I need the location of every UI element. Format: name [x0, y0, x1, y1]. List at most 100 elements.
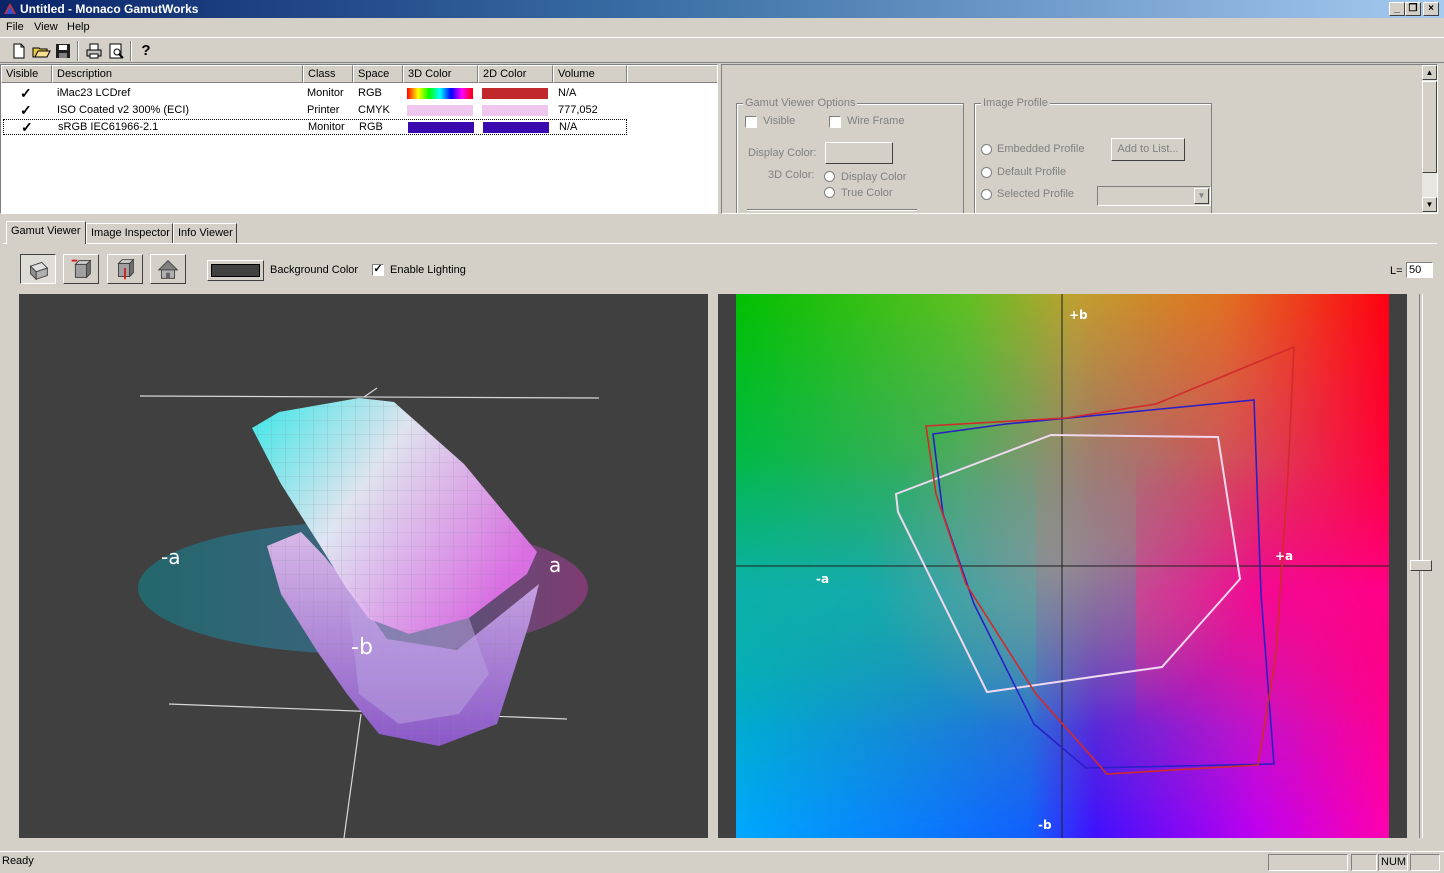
- row-description: iMac23 LCDref: [57, 87, 131, 99]
- scroll-thumb[interactable]: [1422, 81, 1437, 173]
- open-icon[interactable]: [31, 41, 51, 61]
- row-description: ISO Coated v2 300% (ECI): [57, 104, 190, 116]
- true-color-radio-label: True Color: [841, 187, 893, 199]
- axis-line: [343, 713, 362, 839]
- ab-slice-plot[interactable]: +b -b +a -a: [736, 294, 1389, 838]
- display-color-label: Display Color:: [748, 147, 817, 159]
- color-3d-swatch[interactable]: [408, 122, 474, 133]
- row-class: Printer: [307, 104, 340, 116]
- column-2d-color[interactable]: 2D Color: [478, 65, 553, 83]
- row-volume: 777,052: [558, 104, 598, 116]
- reset-view-icon[interactable]: [107, 254, 143, 284]
- axis-label-minus-b: -b: [351, 635, 373, 660]
- axis-label-minus-a: -a: [161, 545, 180, 569]
- enable-lighting-label: Enable Lighting: [390, 264, 466, 276]
- options-scrollbar[interactable]: ▲ ▼: [1422, 65, 1437, 213]
- lightness-input[interactable]: 50: [1406, 262, 1433, 278]
- profile-list: Visible Description Class Space 3D Color…: [0, 64, 718, 214]
- tab-image-inspector[interactable]: Image Inspector: [86, 223, 173, 243]
- perspective-view-icon[interactable]: [20, 254, 56, 284]
- help-icon[interactable]: ?: [136, 41, 156, 61]
- visible-label: Visible: [763, 115, 796, 127]
- close-button[interactable]: ×: [1423, 2, 1439, 16]
- row-space: RGB: [359, 121, 383, 133]
- dropdown-arrow-icon[interactable]: ▼: [1194, 188, 1209, 204]
- axis-line: [139, 395, 600, 399]
- axis-label-a: a: [549, 553, 561, 577]
- column-visible[interactable]: Visible: [1, 65, 52, 83]
- row-class: Monitor: [307, 87, 344, 99]
- menu-file[interactable]: File: [6, 21, 24, 33]
- display-color-radio-label: Display Color: [841, 171, 907, 183]
- row-space: CMYK: [358, 104, 390, 116]
- wireframe-label: Wire Frame: [847, 115, 905, 127]
- background-color-swatch: [211, 264, 260, 277]
- display-color-radio[interactable]: [824, 171, 835, 182]
- column-description[interactable]: Description: [52, 65, 303, 83]
- column-class[interactable]: Class: [303, 65, 353, 83]
- toolbar-separator: [130, 41, 132, 61]
- embedded-profile-radio[interactable]: [981, 144, 992, 155]
- tab-info-viewer[interactable]: Info Viewer: [173, 223, 237, 243]
- gamut-viewer-options-group: Gamut Viewer Options Visible Wire Frame …: [736, 97, 964, 213]
- display-color-button[interactable]: [825, 142, 893, 164]
- column-space[interactable]: Space: [353, 65, 403, 83]
- menu-help[interactable]: Help: [67, 21, 90, 33]
- lightness-label: L=: [1390, 265, 1403, 277]
- group-title: Image Profile: [981, 97, 1050, 109]
- column-volume[interactable]: Volume: [553, 65, 627, 83]
- axis-line: [363, 387, 378, 398]
- visible-check-icon[interactable]: ✓: [20, 102, 32, 118]
- scroll-down-icon[interactable]: ▼: [1422, 197, 1437, 212]
- home-view-icon[interactable]: [150, 254, 186, 284]
- save-icon[interactable]: [53, 41, 73, 61]
- num-lock-indicator: NUM: [1378, 854, 1408, 871]
- color-2d-swatch[interactable]: [482, 105, 548, 116]
- table-row[interactable]: ✓ iMac23 LCDref Monitor RGB N/A: [1, 85, 627, 101]
- embedded-profile-label: Embedded Profile: [997, 143, 1085, 155]
- default-profile-radio[interactable]: [981, 167, 992, 178]
- column-3d-color[interactable]: 3D Color: [403, 65, 478, 83]
- column-filler: [627, 65, 717, 83]
- lightness-slider-thumb[interactable]: [1410, 560, 1432, 571]
- axis-label-plus-b: +b: [1069, 308, 1088, 322]
- menu-view[interactable]: View: [34, 21, 58, 33]
- visible-check-icon[interactable]: ✓: [20, 85, 32, 101]
- color-2d-swatch[interactable]: [482, 88, 548, 99]
- menu-bar: File View Help: [0, 18, 1444, 37]
- scroll-up-icon[interactable]: ▲: [1422, 65, 1437, 80]
- table-row[interactable]: ✓ ISO Coated v2 300% (ECI) Printer CMYK …: [1, 102, 627, 118]
- add-to-list-button[interactable]: Add to List...: [1111, 138, 1185, 161]
- color-3d-swatch[interactable]: [407, 105, 473, 116]
- background-color-button[interactable]: [207, 260, 264, 281]
- print-icon[interactable]: [84, 41, 104, 61]
- image-profile-group: Image Profile Embedded Profile Add to Li…: [974, 97, 1212, 213]
- group-title: Gamut Viewer Options: [743, 97, 858, 109]
- selected-profile-radio[interactable]: [981, 189, 992, 200]
- selected-profile-dropdown[interactable]: ▼: [1097, 186, 1211, 206]
- table-row[interactable]: ✓ sRGB IEC61966-2.1 Monitor RGB N/A: [3, 119, 627, 135]
- tab-strip-line: [3, 243, 1437, 244]
- axis-label-minus-a: -a: [816, 572, 829, 586]
- status-bar: Ready NUM: [0, 851, 1444, 873]
- rotate-view-icon[interactable]: [63, 254, 99, 284]
- minimize-button[interactable]: _: [1389, 2, 1405, 16]
- enable-lighting-checkbox[interactable]: ✓: [372, 264, 384, 276]
- wireframe-checkbox[interactable]: [829, 116, 841, 128]
- true-color-radio[interactable]: [824, 187, 835, 198]
- tab-gamut-viewer[interactable]: Gamut Viewer: [6, 221, 86, 244]
- print-preview-icon[interactable]: [106, 41, 126, 61]
- color-2d-swatch[interactable]: [483, 122, 549, 133]
- row-volume: N/A: [558, 87, 577, 99]
- default-profile-label: Default Profile: [997, 166, 1067, 178]
- status-panel: [1410, 854, 1440, 871]
- visible-check-icon[interactable]: ✓: [21, 119, 33, 135]
- ab-slice-canvas: +b -b +a -a: [736, 294, 1389, 838]
- selected-profile-label: Selected Profile: [997, 188, 1075, 200]
- restore-button[interactable]: ❐: [1405, 2, 1421, 16]
- visible-checkbox[interactable]: [745, 116, 757, 128]
- gamut-3d-view[interactable]: -a a -b: [19, 294, 708, 839]
- slider-track[interactable]: [747, 209, 917, 211]
- new-icon[interactable]: [9, 41, 29, 61]
- color-3d-swatch[interactable]: [407, 88, 473, 99]
